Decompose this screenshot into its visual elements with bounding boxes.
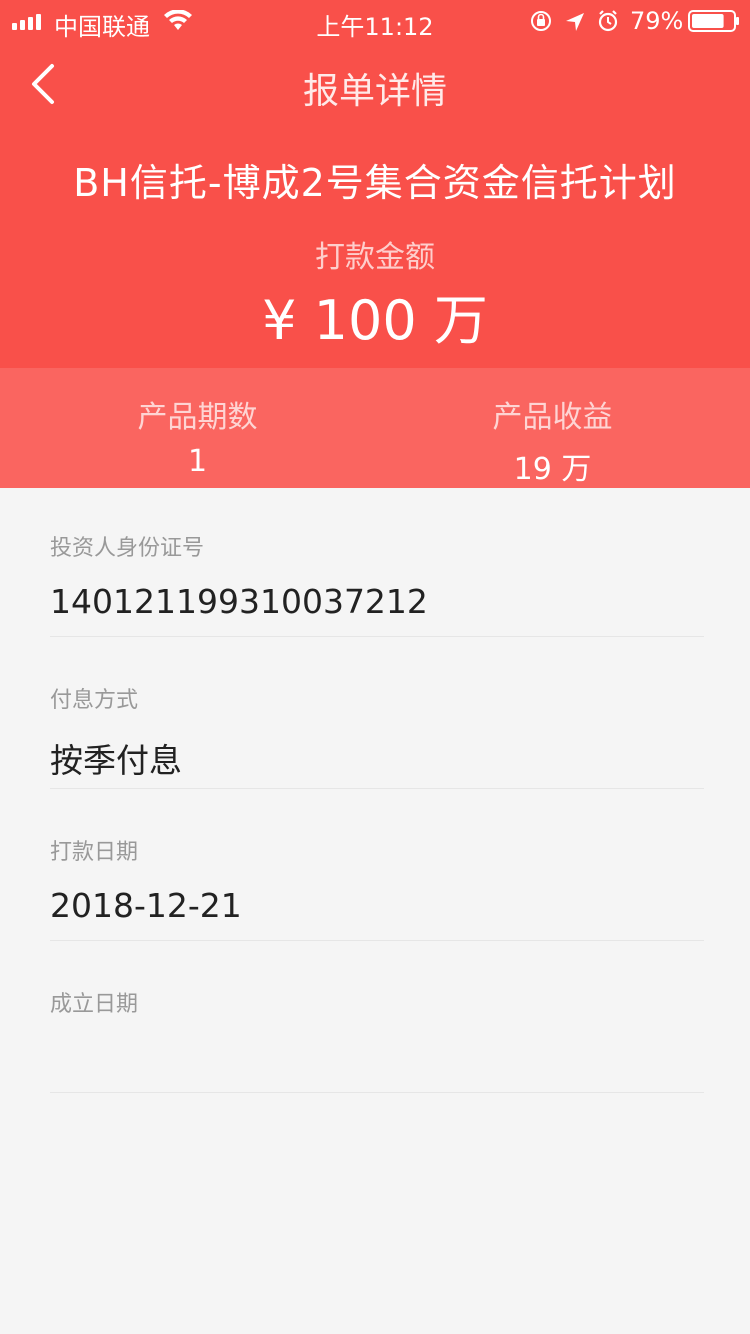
- status-icons: [531, 10, 618, 32]
- income-label: 产品收益: [492, 400, 613, 435]
- divider: [50, 788, 704, 789]
- status-bar: 中国联通 上午11:12 79%: [0, 0, 750, 42]
- field-label: 付息方式: [50, 688, 139, 713]
- field-interest-method: 付息方式 按季付息: [50, 682, 704, 834]
- field-payment-date: 打款日期 2018-12-21: [50, 834, 704, 986]
- field-establish-date: 成立日期: [50, 986, 704, 1138]
- period-label: 产品期数: [137, 400, 258, 435]
- field-label: 投资人身份证号: [50, 536, 205, 561]
- field-value: 按季付息: [50, 741, 182, 780]
- divider: [50, 940, 704, 941]
- field-label: 成立日期: [50, 992, 139, 1017]
- divider: [50, 1092, 704, 1093]
- battery-icon: [688, 10, 739, 32]
- product-name: BH信托-博成2号集合资金信托计划: [73, 161, 677, 205]
- field-value: 140121199310037212: [50, 582, 428, 621]
- amount-label: 打款金额: [315, 240, 435, 275]
- divider: [50, 636, 704, 637]
- period-value: 1: [187, 444, 208, 479]
- income-value: 19 万: [513, 452, 592, 487]
- field-id-number: 投资人身份证号 140121199310037212: [50, 530, 704, 682]
- amount-value: ¥ 100 万: [262, 289, 488, 352]
- field-label: 打款日期: [50, 840, 139, 865]
- field-value: 2018-12-21: [50, 886, 242, 925]
- location-icon: [566, 13, 584, 31]
- battery-percent: 79%: [630, 7, 684, 35]
- orientation-lock-icon: [531, 11, 551, 31]
- alarm-icon: [598, 10, 618, 32]
- page-title: 报单详情: [302, 71, 447, 112]
